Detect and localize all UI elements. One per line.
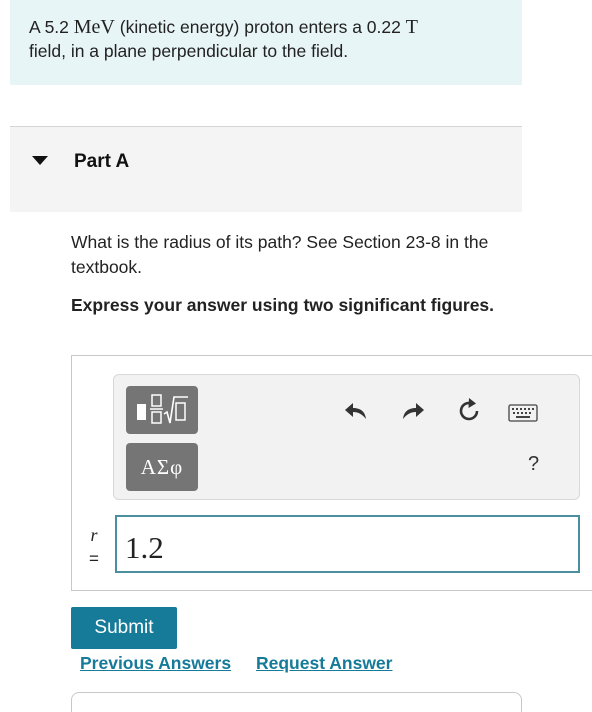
fraction-root-template-icon	[137, 394, 188, 424]
answer-variable-label: r	[90, 525, 98, 545]
part-title: Part A	[74, 151, 130, 172]
feedback-panel-edge	[71, 692, 522, 712]
problem-text-middle: (kinetic energy) proton enters a 0.22	[114, 17, 406, 37]
problem-text-line2: field, in a plane perpendicular to the f…	[29, 41, 349, 61]
submit-button[interactable]: Submit	[71, 607, 177, 649]
question-text: What is the radius of its path? See Sect…	[71, 232, 489, 277]
equals-sign: =	[89, 549, 99, 568]
field-unit: T	[405, 16, 418, 38]
instruction-text: Express your answer using two significan…	[71, 295, 495, 315]
redo-icon[interactable]	[400, 399, 426, 423]
problem-statement: A 5.2 MeV (kinetic energy) proton enters…	[10, 0, 522, 85]
collapse-caret-icon[interactable]	[32, 156, 48, 165]
math-toolbar: ΑΣφ ?	[113, 374, 580, 500]
templates-button[interactable]	[126, 386, 198, 434]
energy-unit: MeV	[73, 16, 115, 38]
greek-symbols-button[interactable]: ΑΣφ	[126, 443, 198, 491]
keyboard-icon[interactable]	[508, 404, 538, 422]
answer-panel: ΑΣφ ? r =	[71, 355, 592, 591]
part-a-header[interactable]: Part A	[10, 127, 522, 212]
problem-text-prefix: A 5.2	[29, 17, 74, 37]
previous-answers-link[interactable]: Previous Answers	[80, 653, 231, 674]
undo-icon[interactable]	[343, 399, 369, 423]
answer-input[interactable]	[115, 515, 580, 573]
request-answer-link[interactable]: Request Answer	[256, 653, 392, 674]
help-button[interactable]: ?	[528, 453, 539, 476]
reset-icon[interactable]	[455, 397, 483, 425]
